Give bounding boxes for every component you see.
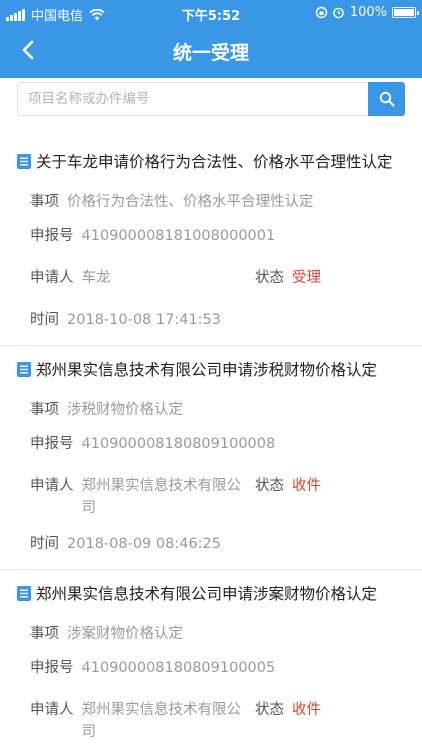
number-label: 申报号	[30, 436, 74, 452]
list-item[interactable]: 郑州果实信息技术有限公司申请涉税财物价格认定 事项 涉税财物价格认定 申报号 4…	[0, 346, 422, 570]
state-label: 状态	[255, 702, 284, 718]
number-label: 申报号	[30, 660, 74, 676]
state-label: 状态	[255, 478, 284, 494]
status-badge: 收件	[292, 478, 321, 494]
battery-percent: 100%	[349, 5, 387, 20]
item-label: 事项	[30, 625, 59, 642]
document-icon	[17, 153, 31, 169]
back-button[interactable]	[10, 32, 46, 68]
item-label: 事项	[30, 193, 59, 210]
time-value: 2018-08-09 08:46:25	[67, 536, 221, 552]
battery-icon	[392, 7, 419, 18]
rotation-lock-icon	[315, 6, 328, 19]
search-icon	[379, 91, 394, 107]
state-label: 状态	[255, 270, 284, 286]
item-value: 价格行为合法性、价格水平合理性认定	[67, 193, 314, 210]
status-bar: 中国电信 下午5:52 100%	[0, 0, 422, 26]
document-icon	[17, 585, 31, 601]
page-title: 统一受理	[172, 42, 249, 64]
time-label: 时间	[30, 312, 59, 328]
nav-bar: 统一受理	[0, 26, 422, 74]
applicant-label: 申请人	[30, 270, 74, 286]
chevron-left-icon	[22, 40, 34, 60]
applicant-value: 郑州果实信息技术有限公司	[81, 478, 242, 516]
item-value: 涉税财物价格认定	[67, 401, 183, 418]
number-value: 410900008181008000001	[81, 228, 276, 244]
applicant-label: 申请人	[30, 478, 74, 494]
number-label: 申报号	[30, 228, 74, 244]
search-input[interactable]	[17, 82, 368, 116]
record-title: 郑州果实信息技术有限公司申请涉案财物价格认定	[36, 585, 378, 603]
record-list: 关于车龙申请价格行为合法性、价格水平合理性认定 事项 价格行为合法性、价格水平合…	[0, 138, 422, 750]
time-label: 时间	[30, 536, 59, 552]
top-bar: 中国电信 下午5:52 100% 统一受理	[0, 0, 422, 78]
item-value: 涉案财物价格认定	[67, 625, 183, 642]
applicant-value: 郑州果实信息技术有限公司	[81, 702, 242, 740]
list-item[interactable]: 郑州果实信息技术有限公司申请涉案财物价格认定 事项 涉案财物价格认定 申报号 4…	[0, 570, 422, 750]
applicant-value: 车龙	[81, 270, 111, 286]
search-button[interactable]	[368, 82, 405, 116]
number-value: 410900008180809100005	[81, 660, 276, 676]
list-item[interactable]: 关于车龙申请价格行为合法性、价格水平合理性认定 事项 价格行为合法性、价格水平合…	[0, 138, 422, 346]
time-value: 2018-10-08 17:41:53	[67, 312, 221, 328]
number-value: 410900008180809100008	[81, 436, 276, 452]
document-icon	[17, 361, 31, 377]
status-badge: 受理	[292, 270, 321, 286]
record-title: 关于车龙申请价格行为合法性、价格水平合理性认定	[36, 153, 393, 171]
alarm-icon	[333, 7, 344, 19]
status-badge: 收件	[292, 702, 321, 718]
search-bar	[0, 78, 422, 128]
record-title: 郑州果实信息技术有限公司申请涉税财物价格认定	[36, 361, 378, 379]
applicant-label: 申请人	[30, 702, 74, 718]
item-label: 事项	[30, 401, 59, 418]
